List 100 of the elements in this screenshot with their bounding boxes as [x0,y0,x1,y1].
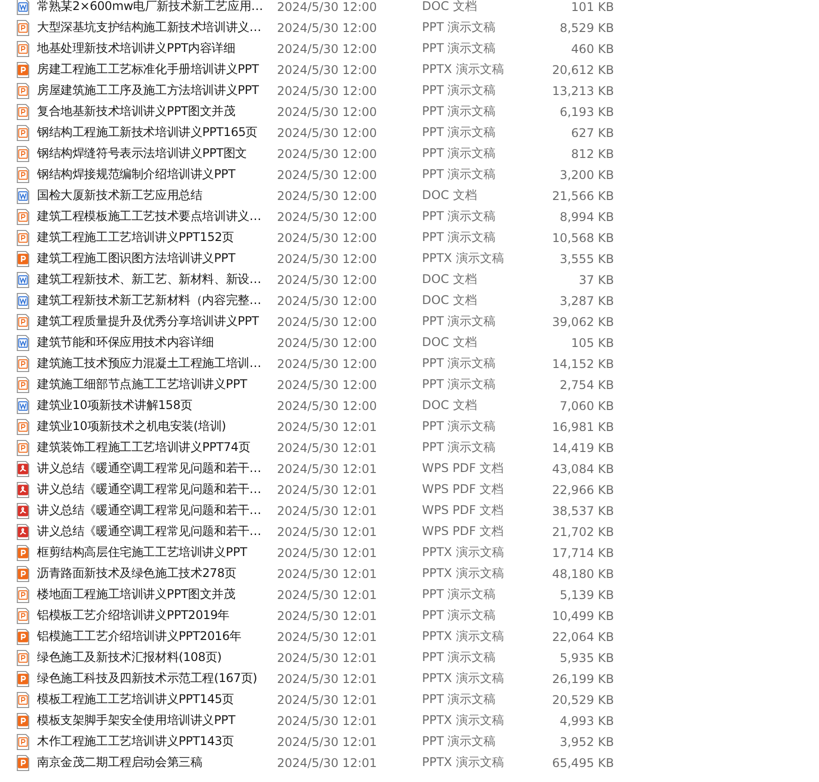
presentation-file-icon [15,166,31,184]
presentation-file-icon [15,754,31,772]
file-name[interactable]: 建筑业10项新技术之机电安装(培训) [37,418,277,435]
file-name[interactable]: 钢结构焊接规范编制介绍培训讲义PPT [37,166,277,183]
file-type: PPTX 演示文稿 [422,250,505,267]
file-type: PPT 演示文稿 [422,208,497,225]
file-size: 8,529 KB [558,20,614,34]
presentation-file-icon [15,40,31,58]
modified-date: 2024/5/30 12:01 [277,734,378,748]
file-name[interactable]: 钢结构工程施工新技术培训讲义PPT165页 [37,124,277,141]
file-type: PPT 演示文稿 [422,166,497,183]
file-name[interactable]: 模板支架脚手架安全使用培训讲义PPT [37,712,277,729]
file-type: PPT 演示文稿 [422,733,497,750]
file-name[interactable]: 建筑工程施工图识图方法培训讲义PPT [37,250,277,267]
file-name[interactable]: 国检大厦新技术新工艺应用总结 [37,187,277,204]
file-name[interactable]: 大型深基坑支护结构施工新技术培训讲义… [37,19,277,36]
file-size: 43,084 KB [551,462,614,476]
file-size: 6,193 KB [558,104,614,118]
file-type: DOC 文档 [422,334,478,351]
file-name[interactable]: 房屋建筑施工工序及施工方法培训讲义PPT [37,82,277,99]
modified-date: 2024/5/30 12:01 [277,440,378,454]
word-document-icon [15,186,31,204]
file-name[interactable]: 建筑装饰工程施工工艺培训讲义PPT74页 [37,439,277,456]
presentation-file-icon [15,544,31,562]
file-name[interactable]: 铝模施工工艺介绍培训讲义PPT2016年 [37,628,277,645]
modified-date: 2024/5/30 12:01 [277,630,378,644]
file-type: PPT 演示文稿 [422,607,497,624]
file-size: 65,495 KB [551,756,614,770]
file-name[interactable]: 讲义总结《暖通空调工程常见问题和若干… [37,502,277,519]
file-type: PPT 演示文稿 [422,82,497,99]
file-name[interactable]: 建筑工程模板施工工艺技术要点培训讲义… [37,208,277,225]
modified-date: 2024/5/30 12:00 [277,356,378,370]
file-type: PPTX 演示文稿 [422,565,505,582]
file-name[interactable]: 建筑业10项新技术讲解158页 [37,397,277,414]
file-name[interactable]: 绿色施工科技及四新技术示范工程(167页) [37,670,277,687]
modified-date: 2024/5/30 12:00 [277,188,378,202]
file-name[interactable]: 建筑施工技术预应力混凝土工程施工培训… [37,355,277,372]
file-size: 7,060 KB [558,398,614,412]
file-size: 2,754 KB [558,378,614,392]
presentation-file-icon [15,208,31,226]
modified-date: 2024/5/30 12:01 [277,692,378,706]
file-name[interactable]: 房建工程施工工艺标准化手册培训讲义PPT [37,61,277,78]
file-name[interactable]: 建筑施工细部节点施工工艺培训讲义PPT [37,376,277,393]
presentation-file-icon [15,628,31,646]
file-name[interactable]: 钢结构焊缝符号表示法培训讲义PPT图文 [37,145,277,162]
presentation-file-icon [15,250,31,268]
file-type: PPT 演示文稿 [422,40,497,57]
file-name[interactable]: 常熟某2×600mw电厂新技术新工艺应用… [37,0,277,15]
file-name[interactable]: 建筑工程施工工艺培训讲义PPT152页 [37,229,277,246]
file-name[interactable]: 建筑工程新技术新工艺新材料（内容完整… [37,292,277,309]
modified-date: 2024/5/30 12:01 [277,566,378,580]
file-name[interactable]: 木作工程施工工艺培训讲义PPT143页 [37,733,277,750]
modified-date: 2024/5/30 12:00 [277,336,378,350]
word-document-icon [15,0,31,16]
file-size: 37 KB [578,272,614,286]
file-name[interactable]: 楼地面工程施工培训讲义PPT图文并茂 [37,586,277,603]
file-name[interactable]: 南京金茂二期工程启动会第三稿 [37,754,277,771]
file-name[interactable]: 建筑工程质量提升及优秀分享培训讲义PPT [37,313,277,330]
presentation-file-icon [15,648,31,666]
file-size: 460 KB [570,42,614,56]
modified-date: 2024/5/30 12:00 [277,398,378,412]
file-type: WPS PDF 文档 [422,502,505,519]
file-type: PPT 演示文稿 [422,355,497,372]
presentation-file-icon [15,606,31,624]
file-name[interactable]: 绿色施工及新技术汇报材料(108页) [37,649,277,666]
file-size: 13,213 KB [551,84,614,98]
pdf-file-icon [15,460,31,478]
file-name[interactable]: 讲义总结《暖通空调工程常见问题和若干… [37,481,277,498]
file-name[interactable]: 铝模板工艺介绍培训讲义PPT2019年 [37,607,277,624]
modified-date: 2024/5/30 12:01 [277,588,378,602]
modified-date: 2024/5/30 12:00 [277,230,378,244]
file-name[interactable]: 建筑工程新技术、新工艺、新材料、新设… [37,271,277,288]
file-type: PPT 演示文稿 [422,145,497,162]
file-name[interactable]: 复合地基新技术培训讲义PPT图文并茂 [37,103,277,120]
file-size: 3,952 KB [558,734,614,748]
file-name[interactable]: 地基处理新技术培训讲义PPT内容详细 [37,40,277,57]
file-size: 20,529 KB [551,692,614,706]
file-type: PPTX 演示文稿 [422,628,505,645]
file-size: 21,566 KB [551,188,614,202]
file-name[interactable]: 建筑节能和环保应用技术内容详细 [37,334,277,351]
file-name[interactable]: 讲义总结《暖通空调工程常见问题和若干… [37,523,277,540]
file-name[interactable]: 讲义总结《暖通空调工程常见问题和若干… [37,460,277,477]
modified-date: 2024/5/30 12:01 [277,672,378,686]
file-name[interactable]: 模板工程施工工艺培训讲义PPT145页 [37,691,277,708]
file-name[interactable]: 框剪结构高层住宅施工工艺培训讲义PPT [37,544,277,561]
file-size: 48,180 KB [551,566,614,580]
presentation-file-icon [15,376,31,394]
modified-date: 2024/5/30 12:01 [277,524,378,538]
file-size: 3,555 KB [558,252,614,266]
word-document-icon [15,270,31,288]
file-name[interactable]: 沥青路面新技术及绿色施工技术278页 [37,565,277,582]
modified-date: 2024/5/30 12:00 [277,62,378,76]
file-size: 39,062 KB [551,314,614,328]
file-type: PPT 演示文稿 [422,586,497,603]
file-size: 22,966 KB [551,482,614,496]
modified-date: 2024/5/30 12:00 [277,378,378,392]
file-size: 17,714 KB [551,546,614,560]
file-size: 21,702 KB [551,524,614,538]
file-size: 812 KB [570,146,614,160]
file-size: 627 KB [570,126,614,140]
